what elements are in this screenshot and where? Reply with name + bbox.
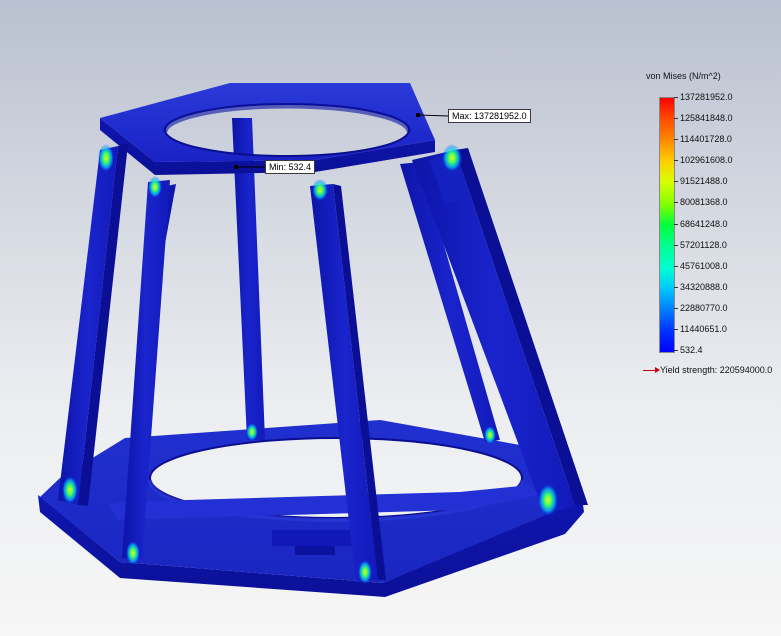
legend-tick-mark bbox=[674, 350, 678, 351]
legend-tick-label: 45761008.0 bbox=[680, 260, 728, 271]
legend-tick-label: 34320888.0 bbox=[680, 281, 728, 292]
legend-tick-label: 102961608.0 bbox=[680, 155, 733, 166]
legend-tick-mark bbox=[674, 202, 678, 204]
legend-title: von Mises (N/m^2) bbox=[646, 71, 721, 81]
legend-tick-label: 137281952.0 bbox=[680, 92, 733, 102]
legend-tick-label: 114401728.0 bbox=[680, 134, 732, 145]
base-plate bbox=[38, 420, 584, 597]
color-scale-bar bbox=[659, 97, 675, 353]
legend-tick-label: 11440651.0 bbox=[680, 323, 727, 334]
legend-tick-label: 125841848.0 bbox=[680, 113, 733, 124]
yield-arrow-icon bbox=[643, 367, 660, 374]
yield-strength-label: Yield strength: 220594000.0 bbox=[643, 365, 772, 375]
yield-strength-text: Yield strength: 220594000.0 bbox=[660, 365, 773, 375]
legend-tick-mark bbox=[674, 118, 678, 120]
legend-tick-mark bbox=[674, 223, 678, 225]
legend-tick-label: 532.4 bbox=[680, 345, 703, 355]
legend-tick-label: 57201128.0 bbox=[680, 239, 727, 250]
legend-tick-label: 68641248.0 bbox=[680, 218, 728, 229]
legend-tick-mark bbox=[674, 265, 678, 267]
legend-tick-mark bbox=[674, 181, 678, 183]
legend-tick-mark bbox=[674, 328, 678, 330]
legend-tick-mark bbox=[674, 286, 678, 288]
legend-tick-mark bbox=[674, 307, 678, 309]
max-value-label: Max: 137281952.0 bbox=[448, 109, 531, 123]
legend-tick-label: 22880770.0 bbox=[680, 302, 728, 313]
legend-tick-label: 80081368.0 bbox=[680, 197, 728, 208]
legend-tick-mark bbox=[674, 97, 678, 98]
min-value-label: Min: 532.4 bbox=[265, 160, 316, 174]
legend-tick-mark bbox=[674, 160, 678, 162]
legend-tick-mark bbox=[674, 139, 678, 141]
legend-tick-label: 91521488.0 bbox=[680, 176, 728, 187]
legend-tick-mark bbox=[674, 244, 678, 246]
